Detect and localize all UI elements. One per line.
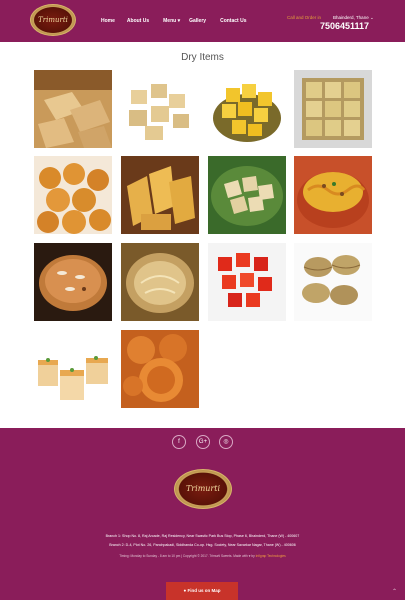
site-header: Trimurti Home About Us Menu ▾ Gallery Co… (0, 0, 405, 42)
gallery-image-soan-papdi-green-plate[interactable] (208, 156, 286, 234)
gallery-image-sweet-bowl[interactable] (121, 243, 199, 321)
branch-1-address: Branch 1: Shop No. 8, Raj Arcade, Raj Re… (105, 534, 300, 538)
gallery-image-balushahi[interactable] (34, 156, 112, 234)
logo-text: Trimurti (38, 16, 68, 24)
chevron-down-icon: ▾ (177, 18, 181, 24)
gallery-image-red-jelly-cubes[interactable] (208, 243, 286, 321)
scroll-to-top-icon[interactable]: ⌃ (392, 588, 397, 595)
nav-about-us[interactable]: About Us (127, 18, 149, 24)
timing-copyright: Timing: Monday to Sunday - 8 am to 10 pm… (0, 554, 405, 558)
main-nav: Home About Us Menu ▾ Gallery Contact Us (101, 18, 258, 24)
page-title: Dry Items (181, 52, 224, 63)
nav-gallery[interactable]: Gallery (189, 18, 206, 24)
gallery-image-mixture-namkeen[interactable] (294, 156, 372, 234)
branch-2-address: Branch 2: D-4, Plot No. 26, Panchpakadi,… (109, 543, 296, 547)
phone-number[interactable]: 7506451117 (320, 21, 369, 31)
call-label: Call and Order in (287, 15, 322, 20)
instagram-icon[interactable]: ◎ (219, 435, 233, 449)
find-us-on-map-button[interactable]: ● Find us on Map (166, 582, 238, 600)
nav-contact-us[interactable]: Contact Us (220, 18, 246, 24)
developer-link[interactable]: Infigrap Technologies (256, 554, 286, 558)
site-footer (0, 428, 405, 600)
gallery-image-mysore-pak-stack[interactable] (121, 156, 199, 234)
gallery-image-soan-papdi-cubes[interactable] (121, 70, 199, 148)
gallery-image-layered-barfi[interactable] (34, 330, 112, 408)
gallery-image-kaju-katli[interactable] (34, 70, 112, 148)
facebook-icon[interactable]: f (172, 435, 186, 449)
gallery-image-fried-kachori[interactable] (121, 330, 199, 408)
nav-menu-label: Menu (163, 18, 177, 24)
find-us-label: Find us on Map (187, 588, 221, 593)
timing-text: Timing: Monday to Sunday - 8 am to 10 pm… (119, 554, 255, 558)
google-plus-icon[interactable]: G+ (196, 435, 210, 449)
gallery-image-barfi-squares[interactable] (294, 70, 372, 148)
brand-logo[interactable]: Trimurti (30, 4, 76, 36)
gallery-image-dry-fruit-halwa[interactable] (34, 243, 112, 321)
map-pin-icon: ● (183, 588, 187, 593)
gallery-image-mysore-pak[interactable] (208, 70, 286, 148)
gallery-image-gujiya[interactable] (294, 243, 372, 321)
nav-home[interactable]: Home (101, 18, 115, 24)
nav-menu[interactable]: Menu ▾ (163, 18, 180, 24)
footer-logo-text: Trimurti (185, 484, 221, 493)
footer-logo[interactable]: Trimurti (174, 469, 232, 509)
